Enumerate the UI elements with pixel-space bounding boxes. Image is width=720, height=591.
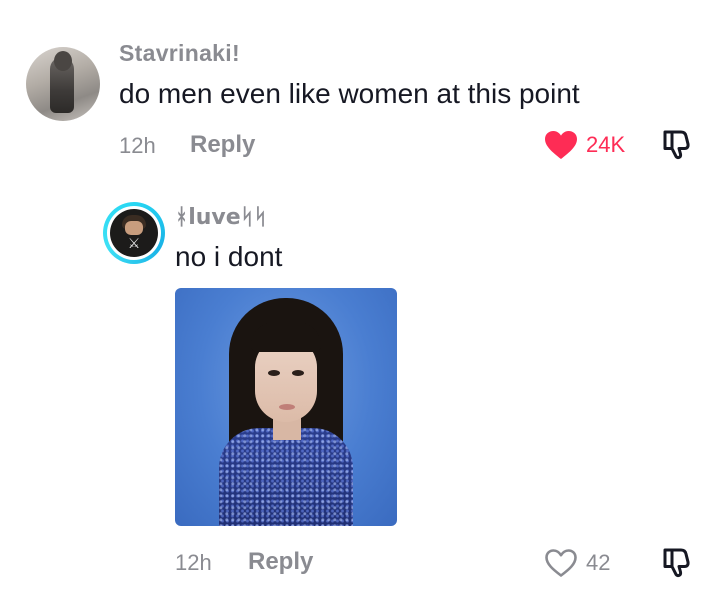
heart-outline-icon xyxy=(545,549,577,577)
comment-timestamp: 12h xyxy=(119,133,156,158)
avatar-ring-gap: ⚔ xyxy=(107,206,161,260)
avatar-head xyxy=(54,51,72,71)
photo-eye-right xyxy=(292,370,304,376)
avatar[interactable] xyxy=(26,47,100,121)
like-count-2: 42 xyxy=(586,550,611,575)
reply-button-2[interactable]: Reply xyxy=(248,548,313,576)
reply-avatar[interactable]: ⚔ xyxy=(103,202,165,264)
dislike-button-2[interactable] xyxy=(660,544,696,580)
like-count: 24K xyxy=(586,132,626,157)
thumbs-down-icon xyxy=(663,130,690,160)
previous-content-sliver: ׄ xyxy=(255,0,271,4)
like-button-2[interactable]: 42 xyxy=(544,546,610,580)
reply-image[interactable] xyxy=(175,288,397,526)
photo-dress xyxy=(219,428,353,526)
avatar-image: ⚔ xyxy=(110,209,158,257)
emblem-icon: ⚔ xyxy=(127,236,141,252)
reply-username[interactable]: ᚼluveᛋᛋ xyxy=(175,205,267,230)
thumbs-down-icon xyxy=(663,548,690,578)
photo-lips xyxy=(279,404,295,410)
reply-button[interactable]: Reply xyxy=(190,131,255,159)
dislike-button[interactable] xyxy=(660,126,696,162)
photo-bangs xyxy=(251,322,321,352)
photo-eye-left xyxy=(268,370,280,376)
comment-text: do men even like women at this point xyxy=(119,78,580,109)
like-button[interactable]: 24K xyxy=(544,128,625,162)
avatar-face xyxy=(125,221,143,235)
comment-username[interactable]: Stavrinaki! xyxy=(119,40,240,67)
reply-text: no i dont xyxy=(175,241,283,272)
reply-timestamp: 12h xyxy=(175,550,212,575)
heart-icon xyxy=(545,131,577,159)
